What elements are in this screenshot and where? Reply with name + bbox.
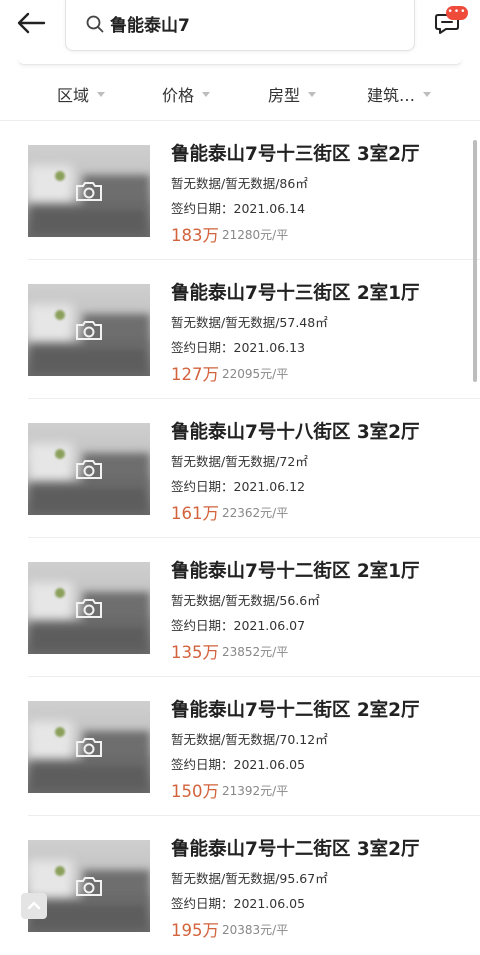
listing-unit-price: 21392元/平 bbox=[222, 784, 289, 798]
listing-title: 鲁能泰山7号十二街区 2室2厅 bbox=[171, 700, 420, 721]
back-arrow-icon bbox=[17, 12, 46, 34]
listing-title: 鲁能泰山7号十二街区 2室1厅 bbox=[171, 561, 420, 582]
listing-price: 183万 bbox=[171, 226, 219, 245]
camera-icon bbox=[76, 460, 102, 479]
listing-date: 签约日期：2021.06.07 bbox=[171, 618, 306, 633]
listing-date: 签约日期：2021.06.05 bbox=[171, 896, 306, 911]
listing-price: 195万 bbox=[171, 921, 219, 940]
listing-photo bbox=[28, 423, 150, 515]
listing-title: 鲁能泰山7号十二街区 3室2厅 bbox=[171, 839, 420, 860]
listing-date: 签约日期：2021.06.05 bbox=[171, 757, 306, 772]
listing-unit-price: 22095元/平 bbox=[222, 367, 289, 381]
camera-icon bbox=[76, 599, 102, 618]
filter-layout[interactable]: 房型 bbox=[268, 82, 317, 106]
list-item[interactable]: 鲁能泰山7号十三街区 3室2厅 暂无数据/暂无数据/86㎡ 签约日期：2021.… bbox=[0, 121, 480, 260]
listing-photo bbox=[28, 284, 150, 376]
filter-price[interactable]: 价格 bbox=[162, 82, 211, 106]
caret-down-icon bbox=[202, 91, 211, 97]
listing-price: 161万 bbox=[171, 504, 219, 523]
listing-price: 127万 bbox=[171, 365, 219, 384]
listing-date: 签约日期：2021.06.12 bbox=[171, 479, 306, 494]
camera-icon bbox=[76, 321, 102, 340]
message-badge: ••• bbox=[446, 6, 468, 20]
camera-icon bbox=[76, 738, 102, 757]
listing-unit-price: 22362元/平 bbox=[222, 506, 289, 520]
listing-price: 150万 bbox=[171, 782, 219, 801]
list-item[interactable]: 鲁能泰山7号十二街区 3室2厅 暂无数据/暂无数据/95.67㎡ 签约日期：20… bbox=[0, 816, 480, 955]
listing-date: 签约日期：2021.06.14 bbox=[171, 201, 306, 216]
listing-photo bbox=[28, 701, 150, 793]
listing-meta: 暂无数据/暂无数据/56.6㎡ bbox=[171, 593, 320, 608]
filter-building[interactable]: 建筑… bbox=[367, 82, 432, 106]
caret-down-icon bbox=[97, 91, 106, 97]
filter-price-label: 价格 bbox=[162, 86, 195, 105]
listing-date: 签约日期：2021.06.13 bbox=[171, 340, 306, 355]
listing-title: 鲁能泰山7号十三街区 2室1厅 bbox=[171, 283, 420, 304]
listing-price: 135万 bbox=[171, 643, 219, 662]
scrollbar[interactable] bbox=[473, 140, 477, 382]
search-query[interactable]: 鲁能泰山7 bbox=[110, 11, 190, 36]
list-item[interactable]: 鲁能泰山7号十三街区 2室1厅 暂无数据/暂无数据/57.48㎡ 签约日期：20… bbox=[0, 260, 480, 399]
search-icon bbox=[86, 15, 104, 33]
listing-meta: 暂无数据/暂无数据/86㎡ bbox=[171, 176, 308, 191]
filter-bar: 区域 价格 房型 建筑… bbox=[0, 82, 480, 116]
filter-area-label: 区域 bbox=[57, 86, 90, 105]
listing-title: 鲁能泰山7号十三街区 3室2厅 bbox=[171, 144, 420, 165]
listing-unit-price: 20383元/平 bbox=[222, 923, 289, 937]
list-item[interactable]: 鲁能泰山7号十二街区 2室2厅 暂无数据/暂无数据/70.12㎡ 签约日期：20… bbox=[0, 677, 480, 816]
scroll-to-top-button[interactable] bbox=[21, 893, 47, 919]
listing-unit-price: 21280元/平 bbox=[222, 228, 289, 242]
filter-building-label: 建筑… bbox=[367, 86, 416, 105]
list-item[interactable]: 鲁能泰山7号十二街区 2室1厅 暂无数据/暂无数据/56.6㎡ 签约日期：202… bbox=[0, 538, 480, 677]
listing-meta: 暂无数据/暂无数据/72㎡ bbox=[171, 454, 308, 469]
caret-down-icon bbox=[423, 91, 432, 97]
camera-icon bbox=[76, 877, 102, 896]
listing-photo bbox=[28, 562, 150, 654]
listing-unit-price: 23852元/平 bbox=[222, 645, 289, 659]
back-button[interactable] bbox=[14, 8, 50, 38]
caret-down-icon bbox=[308, 91, 317, 97]
listing-meta: 暂无数据/暂无数据/70.12㎡ bbox=[171, 732, 328, 747]
list-item[interactable]: 鲁能泰山7号十八街区 3室2厅 暂无数据/暂无数据/72㎡ 签约日期：2021.… bbox=[0, 399, 480, 538]
listing-photo bbox=[28, 145, 150, 237]
listing-meta: 暂无数据/暂无数据/57.48㎡ bbox=[171, 315, 328, 330]
camera-icon bbox=[76, 182, 102, 201]
listing-title: 鲁能泰山7号十八街区 3室2厅 bbox=[171, 422, 420, 443]
listing-meta: 暂无数据/暂无数据/95.67㎡ bbox=[171, 871, 328, 886]
scroll-to-top-icon bbox=[27, 901, 41, 910]
filter-layout-label: 房型 bbox=[268, 86, 301, 105]
top-bar: 鲁能泰山7 ••• bbox=[0, 0, 480, 58]
filter-area[interactable]: 区域 bbox=[57, 82, 106, 106]
search-bar-shadow bbox=[18, 58, 462, 65]
search-box[interactable]: 鲁能泰山7 bbox=[65, 0, 415, 51]
